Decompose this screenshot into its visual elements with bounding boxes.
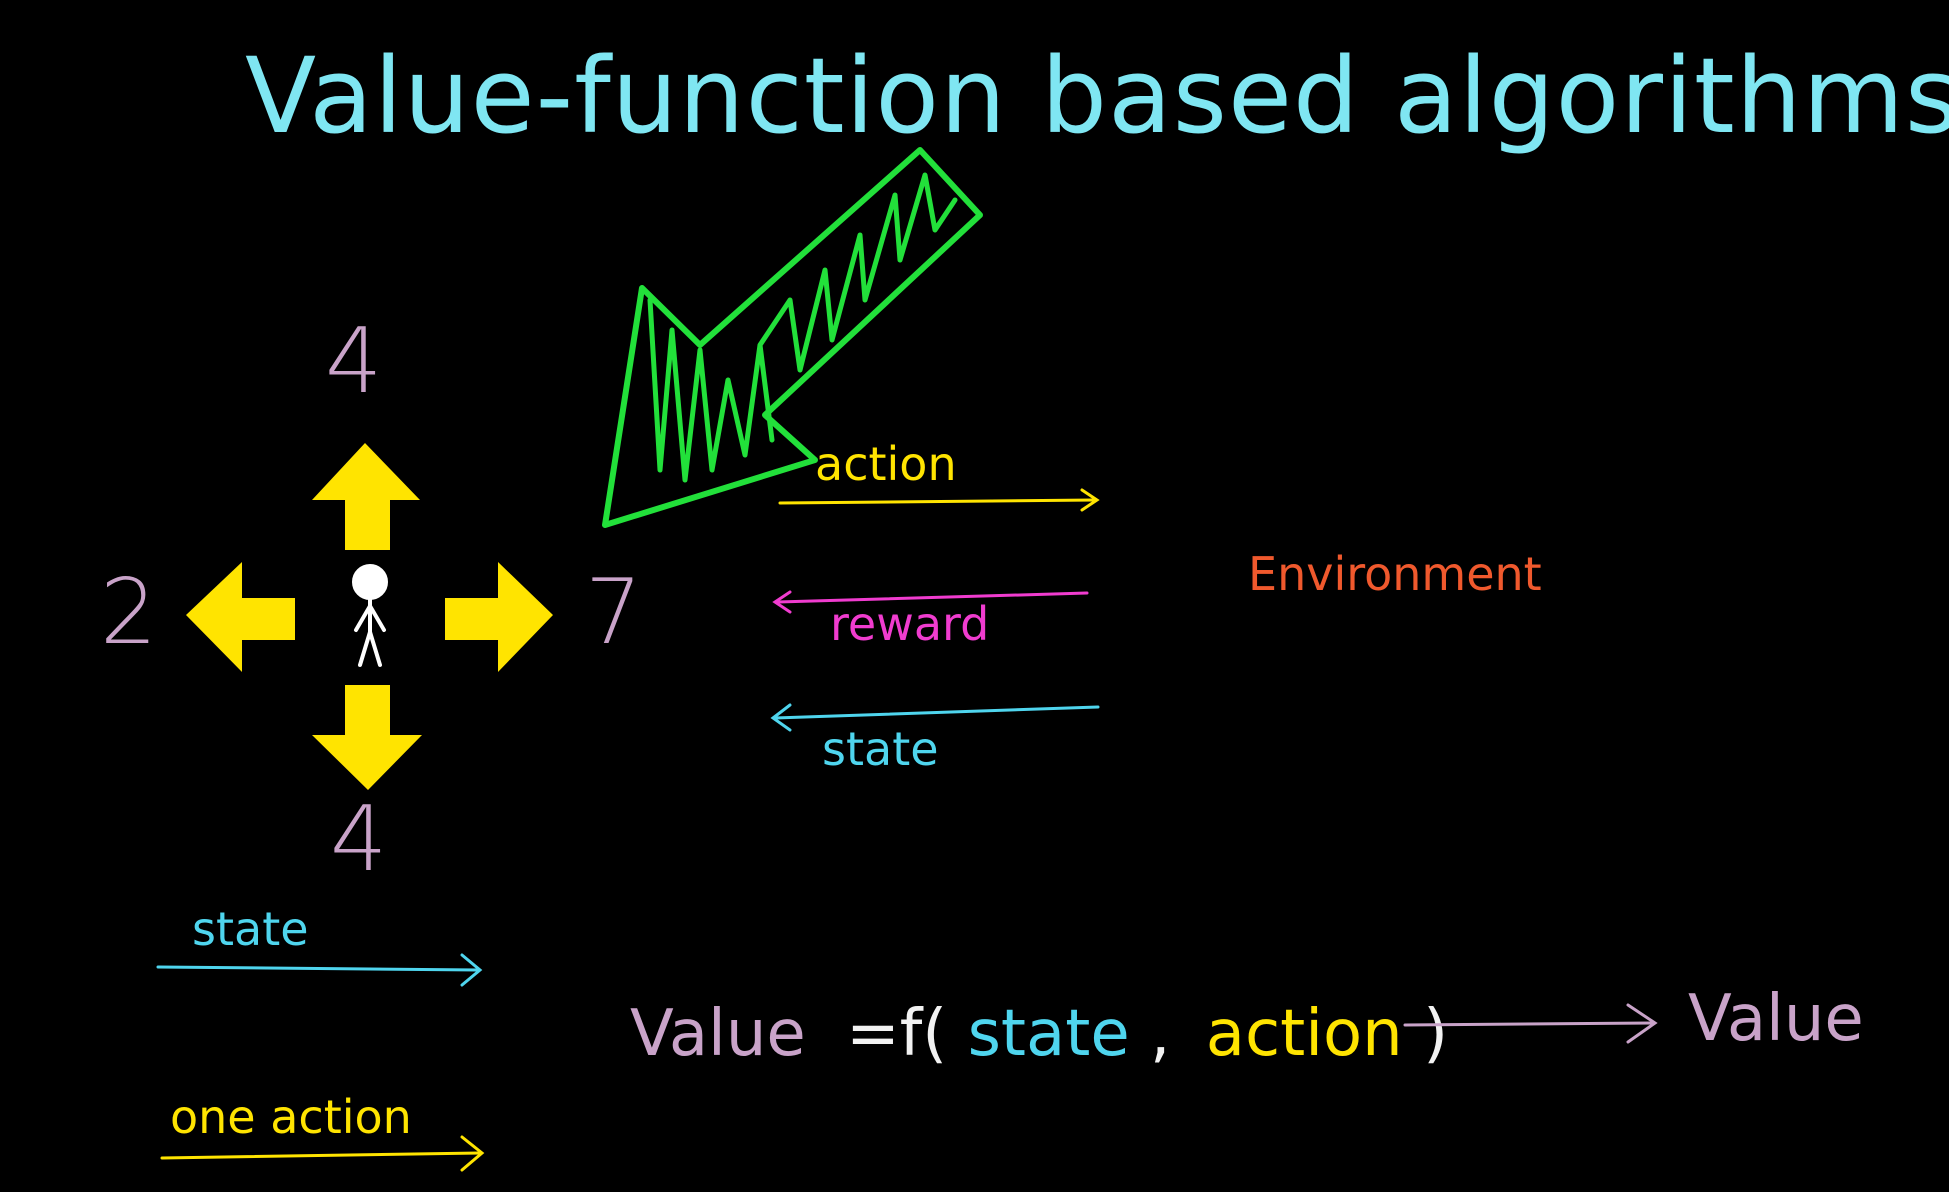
left-arrow-icon <box>186 562 295 672</box>
equation-equals-f: =f( <box>846 997 947 1071</box>
up-value: 4 <box>325 309 382 414</box>
diagram-canvas: Value-function based algorithms 4 4 2 7 … <box>100 35 1949 1172</box>
equation-action: action <box>1206 997 1403 1071</box>
action-label: action <box>815 437 957 491</box>
legend-one-action-label: one action <box>170 1090 412 1144</box>
agent-stick-figure-icon <box>352 564 388 667</box>
reward-label: reward <box>830 597 989 651</box>
equation-lhs: Value <box>630 997 806 1071</box>
up-arrow-icon <box>312 443 420 550</box>
legend-state-label: state <box>192 902 309 956</box>
environment-label: Environment <box>1248 547 1542 601</box>
equation-comma: , <box>1150 997 1170 1071</box>
equation: Value =f( state , action ) <box>630 997 1448 1071</box>
equation-state: state <box>968 997 1130 1071</box>
right-value: 7 <box>585 560 642 665</box>
down-arrow-icon <box>312 685 422 790</box>
equation-close: ) <box>1423 997 1448 1071</box>
state-label: state <box>822 722 939 776</box>
right-arrow-icon <box>445 562 553 672</box>
legend-state-arrow <box>156 953 483 987</box>
left-value: 2 <box>100 560 157 665</box>
down-value: 4 <box>330 787 387 892</box>
action-arrow <box>778 488 1100 512</box>
value-output-label: Value <box>1688 982 1864 1056</box>
diagram-title: Value-function based algorithms <box>245 35 1949 157</box>
